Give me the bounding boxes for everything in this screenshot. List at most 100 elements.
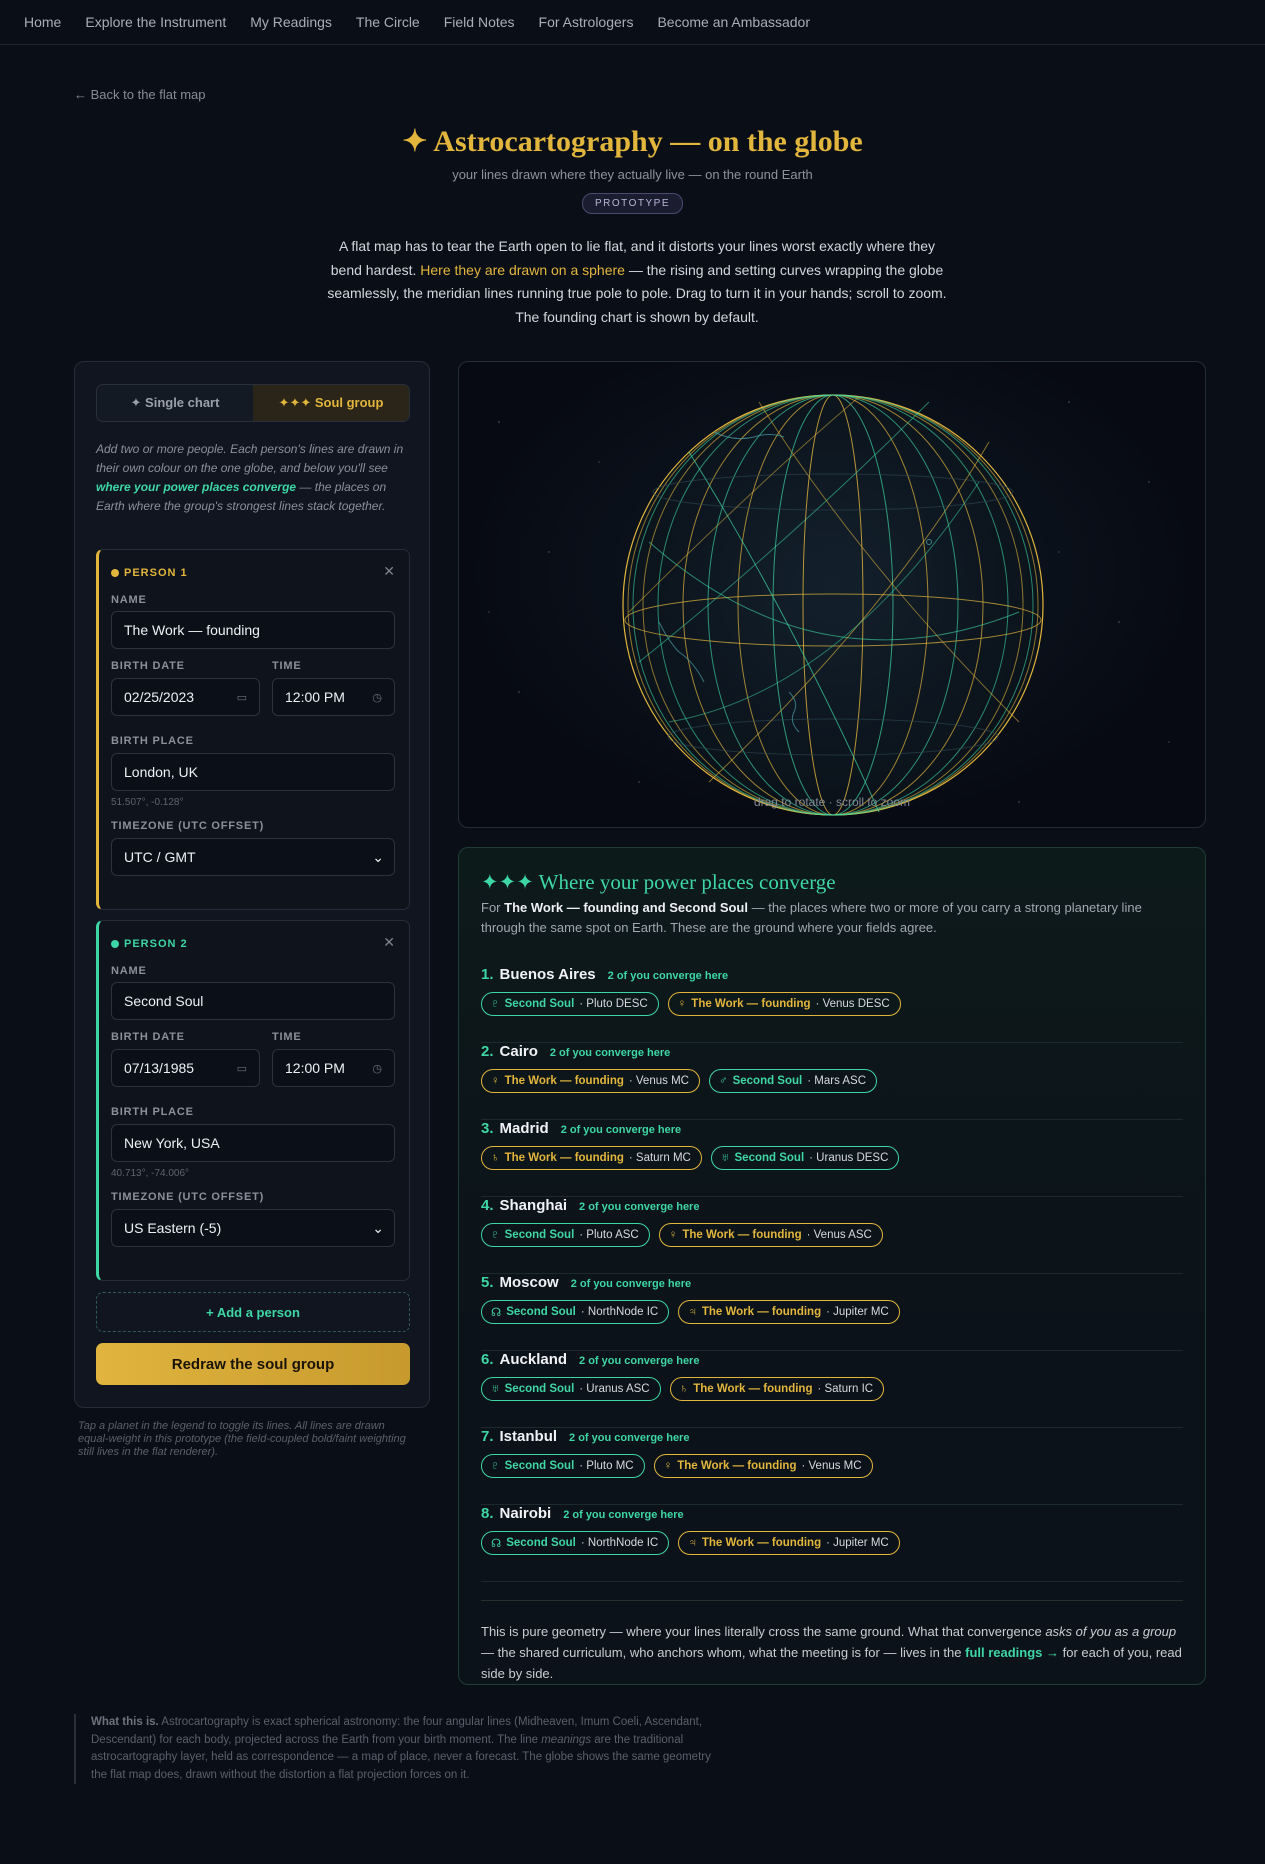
what-this-is-note: What this is. Astrocartography is exact … [74,1714,714,1784]
place-rank: 1. [481,966,494,983]
add-person-button[interactable]: + Add a person [96,1292,410,1332]
globe-canvas[interactable] [459,362,1206,828]
planet-glyph-icon: ♃ [688,1537,697,1549]
birth-date-label: BIRTH DATE [111,1031,185,1043]
line-label: · Saturn MC [628,1152,691,1164]
convergence-place: 3. Madrid 2 of you converge here ♄ The Work … [481,1120,1183,1197]
top-nav: Home Explore the Instrument My Readings … [0,0,1265,45]
converge-count: 2 of you converge here [560,1124,682,1136]
person-name: The Work — founding [677,1460,797,1472]
remove-person-2-button[interactable]: ✕ [383,934,395,951]
person-1-place-input[interactable]: London, UK [111,753,395,791]
person-2-time-input[interactable]: 12:00 PM ◷ [272,1049,395,1087]
line-tag[interactable]: ♇ Second Soul · Pluto MC [481,1454,645,1478]
person-name: Second Soul [734,1152,805,1164]
person-1-name-input[interactable]: The Work — founding [111,611,395,649]
line-tag[interactable]: ♄ The Work — founding · Saturn MC [481,1146,702,1170]
place-rank: 6. [481,1351,494,1368]
person-1-timezone-select[interactable]: UTC / GMT ⌄ [111,838,395,876]
line-tags: ☊ Second Soul · NorthNode IC ♃ The Work — fo… [481,1531,900,1555]
soul-group-tab[interactable]: ✦✦✦ Soul group [253,385,409,421]
person-1-date-input[interactable]: 02/25/2023 ▭ [111,678,260,716]
redraw-soul-group-button[interactable]: Redraw the soul group [96,1343,410,1385]
nav-become-ambassador[interactable]: Become an Ambassador [657,14,810,30]
full-readings-link[interactable]: full readings → [965,1645,1059,1660]
person-name: The Work — founding [701,1306,822,1318]
planet-glyph-icon: ♀ [677,998,687,1010]
line-label: · Jupiter MC [826,1306,889,1318]
planet-glyph-icon: ♇ [491,1460,500,1472]
remove-person-1-button[interactable]: ✕ [383,563,395,580]
person-2-date-input[interactable]: 07/13/1985 ▭ [111,1049,260,1087]
globe-viewer[interactable]: drag to rotate · scroll to zoom [458,361,1206,828]
nav-for-astrologers[interactable]: For Astrologers [539,14,634,30]
clock-icon[interactable]: ◷ [372,691,382,704]
convergence-title: ✦✦✦ Where your power places converge [481,870,836,894]
line-tag[interactable]: ♀ The Work — founding · Venus DESC [667,992,901,1016]
person-1-time-input[interactable]: 12:00 PM ◷ [272,678,395,716]
nav-home[interactable]: Home [24,14,61,30]
convergence-place: 6. Auckland 2 of you converge here ♅ Second … [481,1351,1183,1428]
line-tags: ♇ Second Soul · Pluto DESC ♀ The Work — foun… [481,992,901,1016]
globe-caption: drag to rotate · scroll to zoom [753,795,911,809]
line-tag[interactable]: ☊ Second Soul · NorthNode IC [481,1531,670,1555]
planet-glyph-icon: ♀ [491,1075,500,1087]
line-tag[interactable]: ♄ The Work — founding · Saturn IC [669,1377,885,1401]
line-label: · Venus MC [628,1075,689,1087]
person-2-place-input[interactable]: New York, USA [111,1124,395,1162]
convergence-place: 2. Cairo 2 of you converge here ♀ The Work —… [481,1043,1183,1120]
convergence-place: 8. Nairobi 2 of you converge here ☊ Second S… [481,1505,1183,1582]
calendar-icon[interactable]: ▭ [237,1062,247,1075]
planet-glyph-icon: ♅ [720,1152,730,1164]
legend-note: Tap a planet in the legend to toggle its… [78,1420,406,1458]
person-name: Second Soul [504,1383,575,1395]
line-tag[interactable]: ♅ Second Soul · Uranus DESC [710,1146,900,1170]
line-tags: ♅ Second Soul · Uranus ASC ♄ The Work — foun… [481,1377,885,1401]
planet-glyph-icon: ♇ [491,998,500,1010]
nav-the-circle[interactable]: The Circle [356,14,420,30]
calendar-icon[interactable]: ▭ [237,691,247,704]
line-tags: ♄ The Work — founding · Saturn MC ♅ Second S… [481,1146,900,1170]
planet-glyph-icon: ♅ [491,1383,500,1395]
planet-glyph-icon: ♇ [491,1229,500,1241]
single-chart-tab[interactable]: ✦ Single chart [97,385,253,421]
timezone-label: TIMEZONE (UTC OFFSET) [111,820,265,832]
nav-my-readings[interactable]: My Readings [250,14,332,30]
place-rank: 5. [481,1274,494,1291]
place-rank: 4. [481,1197,494,1214]
planet-glyph-icon: ☊ [491,1307,502,1319]
line-tag[interactable]: ☊ Second Soul · NorthNode IC [481,1300,670,1324]
line-label: · Pluto MC [579,1460,634,1472]
planet-glyph-icon: ☊ [491,1538,502,1550]
converge-count: 2 of you converge here [607,970,729,982]
convergence-place: 1. Buenos Aires 2 of you converge here ♇ Sec… [481,966,1183,1043]
place-rank: 8. [481,1505,494,1522]
line-tag[interactable]: ♇ Second Soul · Pluto DESC [481,992,659,1016]
planet-glyph-icon: ♄ [491,1152,500,1164]
person-2-coords: 40.713°, -74.006° [111,1168,190,1179]
place-rank: 3. [481,1120,494,1137]
line-label: · Venus MC [801,1460,862,1472]
chevron-down-icon: ⌄ [372,1219,384,1236]
line-tag[interactable]: ♃ The Work — founding · Jupiter MC [678,1531,900,1555]
line-tag[interactable]: ♃ The Work — founding · Jupiter MC [678,1300,900,1324]
person-2-name-input[interactable]: Second Soul [111,982,395,1020]
clock-icon[interactable]: ◷ [372,1062,382,1075]
person-card-2: PERSON 2 ✕ NAME Second Soul BIRTH DATE T… [96,920,410,1281]
line-tag[interactable]: ♅ Second Soul · Uranus ASC [481,1377,661,1401]
nav-explore[interactable]: Explore the Instrument [85,14,226,30]
line-tag[interactable]: ♀ The Work — founding · Venus MC [653,1454,873,1478]
birth-place-label: BIRTH PLACE [111,735,194,747]
place-heading: 8. Nairobi 2 of you converge here [481,1505,684,1522]
person-2-timezone-select[interactable]: US Eastern (-5) ⌄ [111,1209,395,1247]
line-tag[interactable]: ♂ Second Soul · Mars ASC [708,1069,878,1093]
back-to-flat-map-link[interactable]: ← Back to the flat map [74,87,206,102]
line-tag[interactable]: ♀ The Work — founding · Venus ASC [658,1223,883,1247]
line-tag[interactable]: ♇ Second Soul · Pluto ASC [481,1223,650,1247]
convergence-panel: ✦✦✦ Where your power places converge For… [458,847,1206,1685]
converge-count: 2 of you converge here [549,1047,671,1059]
person-name: Second Soul [504,1229,575,1241]
line-tag[interactable]: ♀ The Work — founding · Venus MC [481,1069,700,1093]
converge-count: 2 of you converge here [570,1278,692,1290]
nav-field-notes[interactable]: Field Notes [444,14,515,30]
